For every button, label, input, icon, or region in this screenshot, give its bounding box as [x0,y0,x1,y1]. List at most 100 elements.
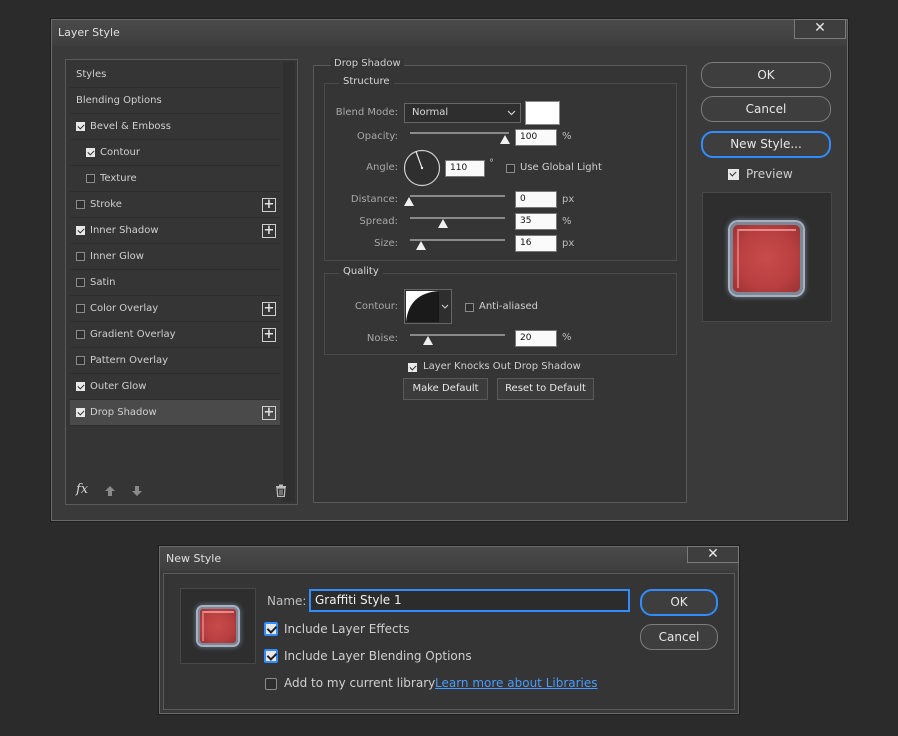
style-item-checkbox[interactable] [76,304,85,313]
distance-slider-thumb[interactable] [404,197,414,206]
style-item-checkbox[interactable] [76,330,85,339]
style-item-color-overlay[interactable]: Color Overlay + [70,296,280,322]
cancel-button[interactable]: Cancel [701,96,831,122]
spread-field[interactable]: 35 [515,213,557,230]
style-item-checkbox[interactable] [76,382,85,391]
quality-title: Quality [339,266,383,277]
opacity-unit: % [562,131,572,142]
fx-icon[interactable]: fx [76,482,88,497]
reset-to-default-button[interactable]: Reset to Default [497,378,594,400]
include-blending-options-label: Include Layer Blending Options [284,649,472,663]
include-layer-effects-checkbox[interactable] [264,622,278,636]
shadow-color-swatch[interactable] [525,101,560,125]
add-effect-plus-icon[interactable]: + [262,302,276,316]
knocks-out-checkbox[interactable] [408,363,417,372]
styles-list: Styles Blending Options Bevel & Emboss Cont… [70,62,280,426]
style-item-checkbox[interactable] [76,200,85,209]
angle-dial[interactable] [403,149,441,187]
style-item-label: Contour [100,147,140,158]
learn-more-libraries-link[interactable]: Learn more about Libraries [435,676,598,690]
preview-checkbox[interactable] [728,169,739,180]
style-item-label: Styles [76,69,107,80]
add-to-library-checkbox[interactable] [265,678,277,690]
name-input[interactable]: Graffiti Style 1 [309,589,630,612]
style-item-label: Inner Glow [90,251,144,262]
style-item-checkbox[interactable] [76,122,85,131]
blend-mode-label: Blend Mode: [335,107,398,118]
style-item-label: Blending Options [76,95,162,106]
use-global-light-label: Use Global Light [520,162,602,173]
noise-field[interactable]: 20 [515,330,557,347]
style-item-checkbox[interactable] [76,226,85,235]
new-style-ok-button[interactable]: OK [640,589,718,616]
angle-unit: ° [489,158,494,169]
new-style-cancel-button[interactable]: Cancel [640,624,718,650]
angle-field[interactable]: 110 [445,160,485,177]
new-style-titlebar[interactable]: New Style [160,547,738,571]
style-item-inner-glow[interactable]: Inner Glow [70,244,280,270]
noise-slider-thumb[interactable] [423,336,433,345]
ok-button[interactable]: OK [701,62,831,88]
style-item-label: Gradient Overlay [90,329,176,340]
style-item-bevel-and-emboss[interactable]: Bevel & Emboss [70,114,280,140]
blend-mode-value: Normal [412,107,449,118]
anti-aliased-checkbox[interactable] [465,303,474,312]
include-blending-options-checkbox[interactable] [264,649,278,663]
style-item-styles[interactable]: Styles [70,62,280,88]
use-global-light-checkbox[interactable] [506,164,515,173]
style-item-drop-shadow[interactable]: Drop Shadow + [70,400,280,426]
style-item-texture[interactable]: Texture [70,166,280,192]
styles-list-scrollbar[interactable] [283,62,295,502]
size-field[interactable]: 16 [515,235,557,252]
chevron-down-icon [507,110,516,116]
angle-label: Angle: [366,162,398,173]
make-default-button[interactable]: Make Default [403,378,488,400]
style-item-pattern-overlay[interactable]: Pattern Overlay [70,348,280,374]
contour-curve-icon [406,291,439,322]
add-effect-plus-icon[interactable]: + [262,224,276,238]
size-label: Size: [374,238,398,249]
name-label: Name: [267,594,307,608]
blend-mode-select[interactable]: Normal [404,103,521,123]
style-item-checkbox[interactable] [76,278,85,287]
move-down-icon[interactable] [131,485,143,497]
noise-label: Noise: [366,333,398,344]
style-item-checkbox[interactable] [76,408,85,417]
knocks-out-label: Layer Knocks Out Drop Shadow [423,361,581,372]
size-slider-thumb[interactable] [416,241,426,250]
layer-style-close-button[interactable]: ✕ [794,19,846,39]
opacity-slider-track[interactable] [410,132,509,134]
opacity-slider-thumb[interactable] [500,135,510,144]
style-item-checkbox[interactable] [76,356,85,365]
add-effect-plus-icon[interactable]: + [262,328,276,342]
style-item-gradient-overlay[interactable]: Gradient Overlay + [70,322,280,348]
distance-unit: px [562,194,575,205]
new-style-close-button[interactable]: ✕ [687,546,739,563]
spread-slider-track[interactable] [410,217,505,219]
thumbnail-tile [198,607,238,645]
move-up-icon[interactable] [104,485,116,497]
spread-slider-thumb[interactable] [438,219,448,228]
add-effect-plus-icon[interactable]: + [262,198,276,212]
style-item-checkbox[interactable] [76,252,85,261]
layer-style-titlebar[interactable]: Layer Style [52,20,847,46]
close-icon: ✕ [707,546,719,562]
style-item-outer-glow[interactable]: Outer Glow [70,374,280,400]
style-item-checkbox[interactable] [86,148,95,157]
contour-picker[interactable] [404,289,452,324]
style-item-contour[interactable]: Contour [70,140,280,166]
noise-unit: % [562,332,572,343]
add-effect-plus-icon[interactable]: + [262,406,276,420]
style-item-inner-shadow[interactable]: Inner Shadow + [70,218,280,244]
trash-icon[interactable] [275,484,287,497]
distance-field[interactable]: 0 [515,191,557,208]
opacity-field[interactable]: 100 [515,129,557,146]
style-item-checkbox[interactable] [86,174,95,183]
style-item-blending-options[interactable]: Blending Options [70,88,280,114]
new-style-button[interactable]: New Style... [701,131,831,158]
style-item-stroke[interactable]: Stroke + [70,192,280,218]
anti-aliased-label: Anti-aliased [479,301,539,312]
style-item-label: Outer Glow [90,381,147,392]
distance-slider-track[interactable] [410,195,505,197]
style-item-satin[interactable]: Satin [70,270,280,296]
